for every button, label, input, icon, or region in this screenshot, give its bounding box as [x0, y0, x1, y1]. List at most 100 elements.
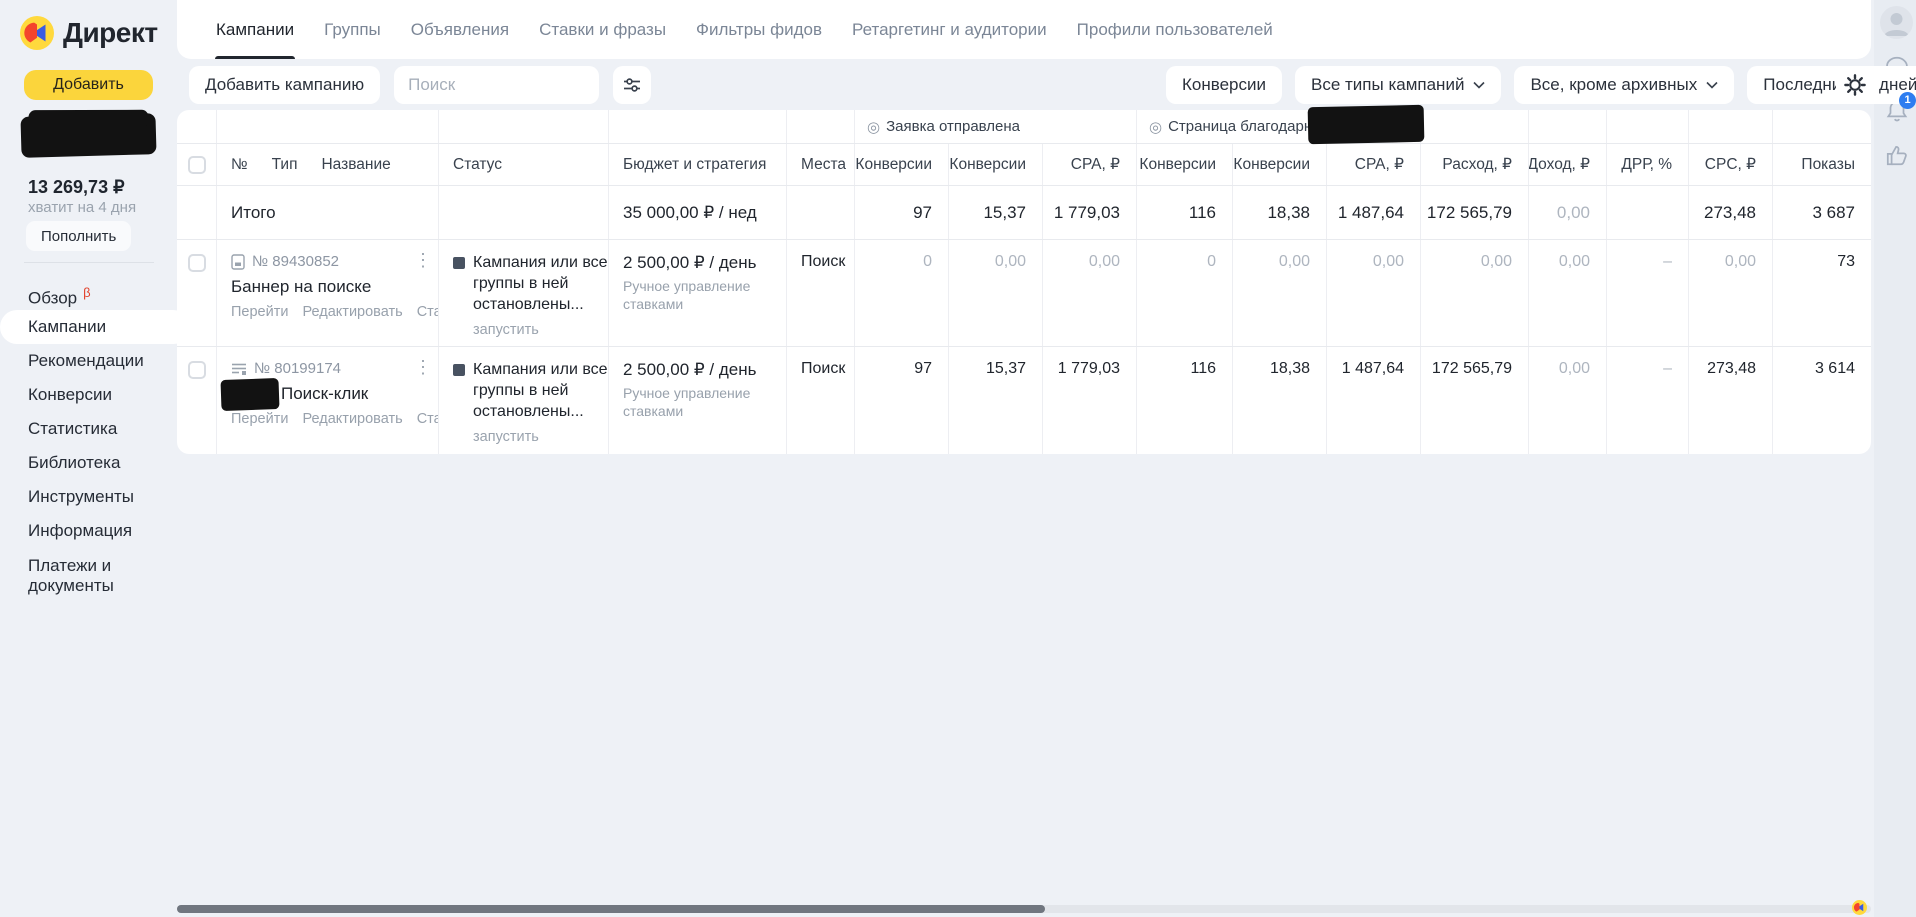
tab-filtry-fidov[interactable]: Фильтры фидов: [681, 0, 837, 59]
totals-label: Итого: [217, 186, 439, 239]
right-icon-rail: [1874, 0, 1916, 917]
redaction-overlay-account-name: [20, 113, 156, 158]
add-button[interactable]: Добавить: [24, 70, 153, 100]
edit-link[interactable]: Редактировать: [303, 411, 403, 427]
strategy-note: Ручное управление ставками: [623, 385, 751, 420]
table-settings-button[interactable]: [1836, 66, 1874, 104]
edit-link[interactable]: Редактировать: [303, 304, 403, 320]
col-cpa-2: CPA, ₽: [1327, 144, 1421, 185]
sidebar-item-instrumenty[interactable]: Инструменты: [0, 480, 200, 514]
chevron-down-icon: [1706, 81, 1718, 89]
sidebar-item-label: Обзор: [28, 289, 77, 308]
tab-stavki-i-frazy[interactable]: Ставки и фразы: [524, 0, 681, 59]
search-input[interactable]: [394, 66, 599, 104]
totals-cpc: 273,48: [1689, 186, 1773, 239]
campaign-name-link[interactable]: Баннер на поиске: [231, 277, 438, 297]
campaign-row-80199174: № 80199174 Поиск-клик Перейти Редактиров…: [177, 347, 1871, 454]
date-range-dropdown[interactable]: Последние 90 дней: [1747, 66, 1916, 104]
account-balance: 13 269,73 ₽: [28, 177, 125, 198]
beta-badge: β: [83, 285, 90, 300]
notification-badge: 1: [1899, 92, 1916, 109]
totals-rate1: 15,37: [949, 186, 1043, 239]
avatar-placeholder-icon: [1880, 6, 1913, 39]
filter-settings-button[interactable]: [613, 66, 651, 104]
row-checkbox[interactable]: [188, 361, 206, 379]
col-conv-rate-2: % Конверсии: [1233, 144, 1327, 185]
redaction-overlay-campaign-name: [220, 378, 279, 411]
app-logo[interactable]: Директ: [20, 16, 158, 50]
totals-budget: 35 000,00 ₽ / нед: [609, 186, 787, 239]
sidebar-item-statistika[interactable]: Статистика: [0, 412, 200, 446]
row-menu-kebab-icon[interactable]: ⋮: [414, 357, 432, 378]
totals-drr: [1607, 186, 1689, 239]
sidebar-item-label: Кампании: [28, 317, 106, 336]
goal-group-zayavka: ◎ Заявка отправлена: [855, 110, 1137, 143]
places-cell: Поиск: [787, 347, 855, 454]
archive-filter-dropdown[interactable]: Все, кроме архивных: [1514, 66, 1734, 104]
campaign-number: № 89430852: [252, 253, 339, 270]
tab-label: Ретаргетинг и аудитории: [852, 20, 1047, 40]
stats-link[interactable]: Статистика: [417, 411, 438, 427]
col-status: Статус: [439, 144, 609, 185]
drr-cell: –: [1607, 240, 1689, 346]
sidebar-item-kampanii[interactable]: Кампании: [0, 310, 190, 344]
sidebar-item-platezhi[interactable]: Платежи и документы: [0, 548, 150, 602]
thumbs-up-icon[interactable]: [1884, 142, 1910, 168]
totals-impressions: 3 687: [1773, 186, 1871, 239]
col-type: Тип: [272, 156, 298, 174]
avatar[interactable]: [1880, 6, 1913, 39]
tab-label: Фильтры фидов: [696, 20, 822, 40]
horizontal-scrollbar-track[interactable]: [177, 905, 1871, 913]
sidebar-divider: [24, 262, 154, 263]
col-impressions: Показы: [1773, 144, 1871, 185]
totals-row: Итого 35 000,00 ₽ / нед 97 15,37 1 779,0…: [177, 186, 1871, 240]
dropdown-value: Все типы кампаний: [1311, 75, 1464, 95]
cost-cell: 0,00: [1421, 240, 1529, 346]
select-all-checkbox[interactable]: [188, 156, 206, 174]
campaign-name-cell: № 89430852 Баннер на поиске Перейти Реда…: [217, 240, 439, 346]
campaign-type-dropdown[interactable]: Все типы кампаний: [1295, 66, 1501, 104]
direct-logo-icon: [20, 16, 54, 50]
rate2-cell: 18,38: [1233, 347, 1327, 454]
row-menu-kebab-icon[interactable]: ⋮: [414, 250, 432, 271]
totals-rate2: 18,38: [1233, 186, 1327, 239]
sidebar-item-label: Инструменты: [28, 487, 134, 506]
add-campaign-button[interactable]: Добавить кампанию: [189, 66, 380, 104]
cpa2-cell: 0,00: [1327, 240, 1421, 346]
go-link[interactable]: Перейти: [231, 411, 288, 427]
campaign-name-link[interactable]: Поиск-клик: [231, 384, 438, 404]
stats-link[interactable]: Статистика: [417, 304, 438, 320]
tab-retargeting[interactable]: Ретаргетинг и аудитории: [837, 0, 1062, 59]
status-text: Кампания или все группы в ней остановлен…: [473, 253, 608, 315]
tab-obyavleniya[interactable]: Объявления: [396, 0, 524, 59]
sidebar-item-label: Статистика: [28, 419, 117, 438]
sidebar-item-label: Конверсии: [28, 385, 112, 404]
tab-profili[interactable]: Профили пользователей: [1062, 0, 1288, 59]
conversions-filter-button[interactable]: Конверсии: [1166, 66, 1282, 104]
horizontal-scrollbar-thumb[interactable]: [177, 905, 1045, 913]
top-up-button[interactable]: Пополнить: [26, 221, 131, 251]
table-header-row: № Тип Название Статус Бюджет и стратегия…: [177, 144, 1871, 186]
conv1-cell: 0: [855, 240, 949, 346]
start-campaign-link[interactable]: запустить: [473, 322, 608, 338]
col-places: Места: [787, 144, 855, 185]
row-checkbox[interactable]: [188, 254, 206, 272]
sidebar-item-konversii[interactable]: Конверсии: [0, 378, 200, 412]
sidebar-item-informaciya[interactable]: Информация: [0, 514, 200, 548]
banner-campaign-type-icon: [231, 254, 245, 270]
cpa1-cell: 1 779,03: [1043, 347, 1137, 454]
direct-favicon-icon: [1852, 900, 1867, 915]
stopped-status-icon: [453, 257, 465, 269]
sidebar-item-obzor[interactable]: Обзорβ: [0, 276, 200, 310]
sidebar-item-rekomendacii[interactable]: Рекомендации: [0, 344, 200, 378]
col-cpc: CPC, ₽: [1689, 144, 1773, 185]
totals-conv2: 116: [1137, 186, 1233, 239]
start-campaign-link[interactable]: запустить: [473, 429, 608, 445]
tab-label: Группы: [324, 20, 381, 40]
tab-kampanii[interactable]: Кампании: [201, 0, 309, 59]
sidebar-item-biblioteka[interactable]: Библиотека: [0, 446, 200, 480]
tab-gruppy[interactable]: Группы: [309, 0, 396, 59]
gear-icon: [1844, 74, 1866, 96]
col-cost: Расход, ₽: [1421, 144, 1529, 185]
go-link[interactable]: Перейти: [231, 304, 288, 320]
